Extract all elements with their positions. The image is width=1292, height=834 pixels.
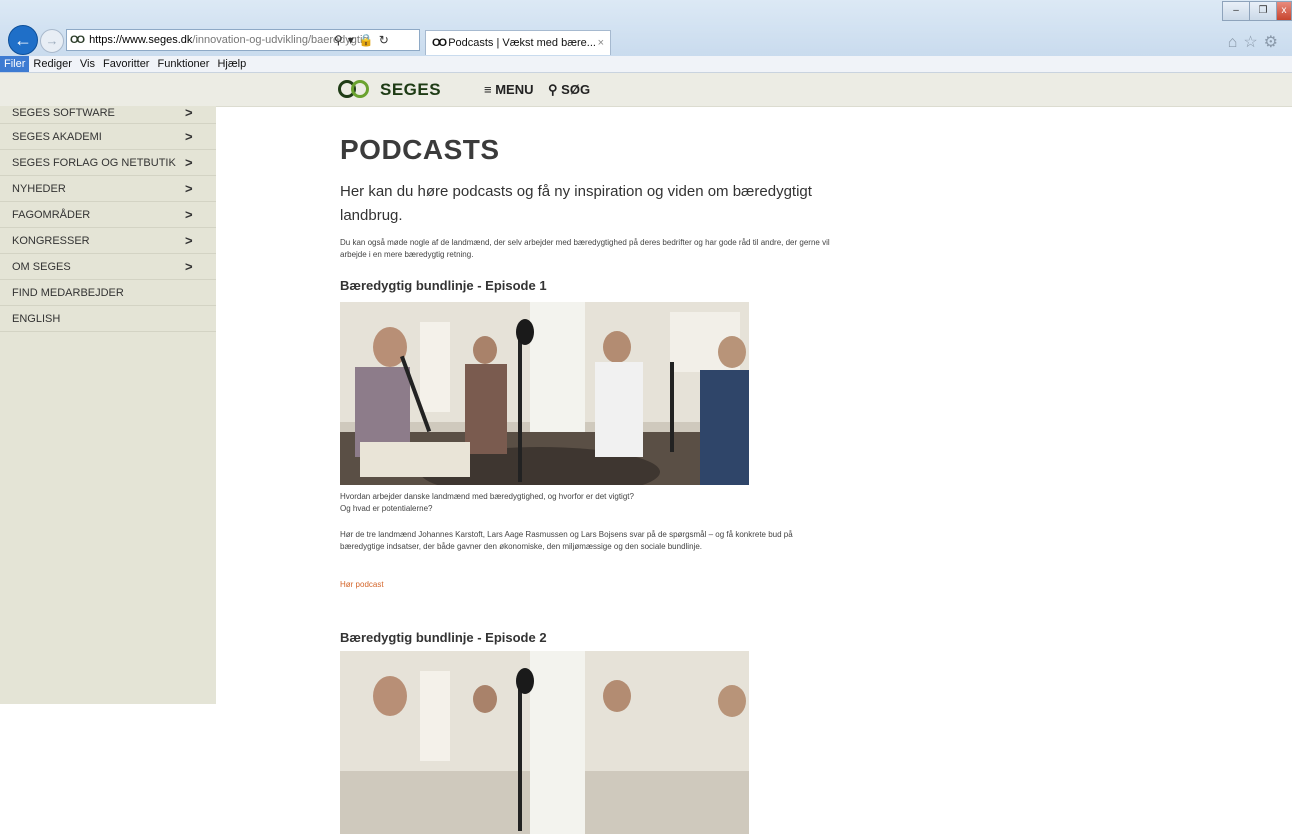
restore-icon[interactable]: ❐: [1249, 1, 1277, 21]
tab-title: Podcasts | Vækst med bære...: [448, 37, 596, 49]
episode-1-photo: [340, 302, 749, 485]
tab-favicon-icon: OO: [432, 37, 447, 49]
menu-edit[interactable]: Rediger: [29, 56, 76, 72]
close-window-icon[interactable]: x: [1276, 1, 1292, 21]
sidebar-item-label: SEGES SOFTWARE: [12, 107, 115, 119]
toolbar-icons: ⌂☆⚙: [1228, 32, 1284, 52]
listen-podcast-link[interactable]: Hør podcast: [340, 580, 384, 589]
sidebar-item-label: NYHEDER: [12, 183, 66, 195]
menu-help[interactable]: Hjælp: [213, 56, 250, 72]
chevron-right-icon: >: [185, 155, 193, 170]
sidebar-item-label: FAGOMRÅDER: [12, 209, 91, 221]
chevron-right-icon: >: [185, 105, 193, 120]
lock-icon[interactable]: 🔒: [359, 33, 374, 47]
sidebar-item-fagomraader[interactable]: FAGOMRÅDER >: [0, 202, 216, 228]
chevron-right-icon: >: [185, 181, 193, 196]
tab-close-icon[interactable]: ×: [598, 31, 604, 55]
search-icon: ⚲: [548, 82, 558, 97]
refresh-icon[interactable]: ↻: [379, 33, 389, 47]
sidebar-nav: SEGES SOFTWARE > SEGES AKADEMI > SEGES FOR…: [0, 106, 216, 704]
sidebar-item-english[interactable]: ENGLISH: [0, 306, 216, 332]
menu-view[interactable]: Vis: [76, 56, 99, 72]
favorites-star-icon[interactable]: ☆: [1243, 34, 1263, 51]
episode-2-title: Bæredygtig bundlinje - Episode 2: [340, 630, 547, 645]
lead-paragraph: Her kan du høre podcasts og få ny inspir…: [340, 183, 812, 224]
sidebar-item-label: SEGES FORLAG OG NETBUTIK: [12, 157, 176, 169]
search-button[interactable]: ⚲ SØG: [548, 82, 590, 98]
podcast-photo-image: [340, 651, 749, 834]
sidebar-item-find-medarbejder[interactable]: FIND MEDARBEJDER: [0, 280, 216, 306]
episode-2-photo: [340, 651, 749, 834]
sidebar-item-label: SEGES AKADEMI: [12, 131, 102, 143]
dropdown-icon[interactable]: ▾: [348, 33, 354, 47]
episode-1-question-line1: Hvordan arbejder danske landmænd med bær…: [340, 492, 634, 501]
chevron-right-icon: >: [185, 259, 193, 274]
sidebar-item-nyheder[interactable]: NYHEDER >: [0, 176, 216, 202]
search-icon[interactable]: ⚲: [334, 33, 343, 47]
seges-logo-icon: [336, 79, 378, 101]
episode-1-title: Bæredygtig bundlinje - Episode 1: [340, 278, 547, 293]
window-controls: – ❐ x: [1222, 0, 1292, 21]
browser-titlebar: ← → OO https://www.seges.dk/innovation-o…: [0, 0, 1292, 56]
menu-bar: Filer Rediger Vis Favoritter Funktioner Hjælp: [0, 56, 1292, 73]
sidebar-item-seges-akademi[interactable]: SEGES AKADEMI >: [0, 124, 216, 150]
chevron-right-icon: >: [185, 233, 193, 248]
back-arrow-icon[interactable]: ←: [8, 25, 38, 55]
page-title: PODCASTS: [340, 134, 500, 165]
site-favicon-icon: OO: [70, 34, 85, 46]
sidebar-item-kongresser[interactable]: KONGRESSER >: [0, 228, 216, 254]
address-tools: ⚲ ▾ 🔒 ↻: [334, 29, 394, 51]
sidebar-item-label: FIND MEDARBEJDER: [12, 287, 124, 299]
episode-1-question-line2: Og hvad er potentialerne?: [340, 504, 433, 513]
gear-icon[interactable]: ⚙: [1264, 34, 1284, 51]
menu-tools[interactable]: Funktioner: [153, 56, 213, 72]
minimize-icon[interactable]: –: [1222, 1, 1250, 21]
sidebar-item-label: KONGRESSER: [12, 235, 90, 247]
menu-button[interactable]: ≡ MENU: [484, 82, 533, 97]
episode-1-question: Hvordan arbejder danske landmænd med bær…: [340, 491, 830, 515]
brand-name: SEGES: [380, 80, 442, 99]
intro-paragraph: Du kan også møde nogle af de landmænd, d…: [340, 238, 830, 259]
sidebar-item-label: OM SEGES: [12, 261, 71, 273]
chevron-right-icon: >: [185, 207, 193, 222]
episode-1-description: Hør de tre landmænd Johannes Karstoft, L…: [340, 530, 793, 551]
sidebar-item-om-seges[interactable]: OM SEGES >: [0, 254, 216, 280]
menu-favorites[interactable]: Favoritter: [99, 56, 153, 72]
site-header: SEGES ≡ MENU ⚲ SØG: [0, 73, 1292, 107]
tab-podcasts[interactable]: OO Podcasts | Vækst med bære... ×: [425, 30, 611, 55]
sidebar-item-seges-forlag[interactable]: SEGES FORLAG OG NETBUTIK >: [0, 150, 216, 176]
url-host: https://www.seges.dk: [89, 34, 193, 46]
search-label: SØG: [561, 82, 591, 97]
forward-arrow-icon[interactable]: →: [40, 29, 64, 53]
home-icon[interactable]: ⌂: [1228, 34, 1244, 51]
podcast-photo-image: [340, 302, 749, 485]
menu-file[interactable]: Filer: [0, 56, 30, 72]
seges-logo[interactable]: SEGES: [336, 78, 441, 102]
sidebar-item-seges-software[interactable]: SEGES SOFTWARE >: [0, 106, 216, 124]
chevron-right-icon: >: [185, 129, 193, 144]
sidebar-item-label: ENGLISH: [12, 313, 61, 325]
